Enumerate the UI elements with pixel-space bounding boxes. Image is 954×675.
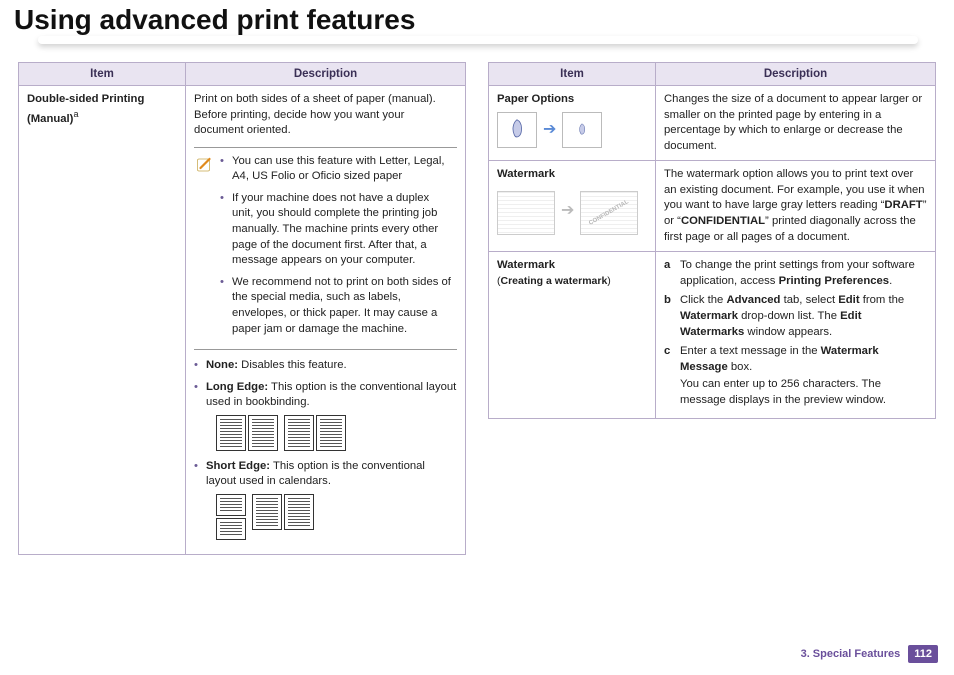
- title-divider: [38, 36, 918, 44]
- item-watermark: Watermark ➔: [489, 161, 656, 252]
- desc-paper-options: Changes the size of a document to appear…: [656, 86, 936, 161]
- note-item: You can use this feature with Letter, Le…: [220, 154, 453, 191]
- options-list: None: Disables this feature. Long Edge: …: [194, 358, 457, 548]
- doc-pair-icon: [216, 415, 278, 451]
- col-header-desc: Description: [186, 63, 466, 86]
- item-watermark-create-sub: (Creating a watermark): [497, 275, 611, 287]
- wm-confidential: CONFIDENTIAL: [681, 215, 765, 227]
- footer-page-number: 112: [908, 645, 938, 663]
- note-item: We recommend not to print on both sides …: [220, 275, 453, 343]
- long-edge-illustration: [216, 415, 457, 451]
- step-a: To change the print settings from your s…: [664, 258, 927, 293]
- step-c-extra: You can enter up to 256 characters. The …: [680, 377, 927, 408]
- option-long-edge: Long Edge: This option is the convention…: [194, 380, 457, 459]
- option-none-label: None:: [206, 359, 238, 371]
- step-c: Enter a text message in the Watermark Me…: [664, 344, 927, 412]
- step-text: .: [889, 275, 892, 287]
- footer-chapter: 3. Special Features: [801, 648, 901, 660]
- right-column: Item Description Paper Options ➔ Changes…: [488, 62, 936, 555]
- doc-small-icon: [562, 112, 602, 148]
- step-text: window appears.: [744, 326, 832, 338]
- arrow-right-icon: ➔: [561, 200, 574, 222]
- right-table: Item Description Paper Options ➔ Changes…: [488, 62, 936, 419]
- step-term: Advanced: [726, 294, 780, 306]
- page-title: Using advanced print features: [14, 4, 954, 36]
- step-text: Enter a text message in the: [680, 345, 821, 357]
- item-watermark-create-label: Watermark: [497, 259, 555, 271]
- note-list: You can use this feature with Letter, Le…: [220, 154, 453, 343]
- desc-double-sided: Print on both sides of a sheet of paper …: [186, 86, 466, 555]
- arrow-right-icon: ➔: [543, 119, 556, 141]
- step-text: tab, select: [780, 294, 838, 306]
- watermark-steps: To change the print settings from your s…: [664, 258, 927, 412]
- note-item: If your machine does not have a duplex u…: [220, 191, 453, 275]
- option-short-edge: Short Edge: This option is the conventio…: [194, 459, 457, 548]
- item-watermark-create-sub-bold: Creating a watermark: [501, 275, 608, 287]
- page-footer: 3. Special Features 112: [801, 645, 938, 663]
- step-term: Watermark: [680, 310, 738, 322]
- item-paper-options-label: Paper Options: [497, 93, 574, 105]
- double-sided-intro: Print on both sides of a sheet of paper …: [194, 92, 457, 139]
- page-thumb-icon: [497, 191, 555, 235]
- option-none: None: Disables this feature.: [194, 358, 457, 380]
- desc-watermark-create: To change the print settings from your s…: [656, 252, 936, 419]
- item-double-sided: Double-sided Printing (Manual)a: [19, 86, 186, 555]
- item-double-sided-sub: (Manual): [27, 112, 73, 124]
- item-watermark-label: Watermark: [497, 168, 555, 180]
- doc-large-icon: [497, 112, 537, 148]
- step-b: Click the Advanced tab, select Edit from…: [664, 293, 927, 344]
- col-header-item: Item: [19, 63, 186, 86]
- step-text: Click the: [680, 294, 726, 306]
- step-text: box.: [728, 361, 753, 373]
- doc-pair-icon: [284, 415, 346, 451]
- left-column: Item Description Double-sided Printing (…: [18, 62, 466, 555]
- item-paper-options: Paper Options ➔: [489, 86, 656, 161]
- page-thumb-watermark-icon: [580, 191, 638, 235]
- item-double-sided-main: Double-sided Printing: [27, 93, 144, 105]
- step-text: from the: [860, 294, 905, 306]
- doc-pair-icon: [252, 494, 314, 540]
- doc-stack-icon: [216, 494, 246, 540]
- option-long-label: Long Edge:: [206, 381, 268, 393]
- col-header-desc: Description: [656, 63, 936, 86]
- wm-draft: DRAFT: [884, 199, 922, 211]
- step-term: Printing Preferences: [779, 275, 890, 287]
- step-text: drop-down list. The: [738, 310, 840, 322]
- note-box: You can use this feature with Letter, Le…: [194, 147, 457, 350]
- left-table: Item Description Double-sided Printing (…: [18, 62, 466, 555]
- desc-watermark: The watermark option allows you to print…: [656, 161, 936, 252]
- option-none-text: Disables this feature.: [238, 359, 347, 371]
- col-header-item: Item: [489, 63, 656, 86]
- note-icon: [196, 156, 214, 174]
- paper-options-illustration: ➔: [497, 112, 647, 148]
- item-watermark-create: Watermark (Creating a watermark): [489, 252, 656, 419]
- option-short-label: Short Edge:: [206, 460, 270, 472]
- short-edge-illustration: [216, 494, 457, 540]
- watermark-illustration: ➔: [497, 187, 647, 235]
- item-double-sided-sup: a: [73, 109, 78, 119]
- step-term: Edit: [838, 294, 859, 306]
